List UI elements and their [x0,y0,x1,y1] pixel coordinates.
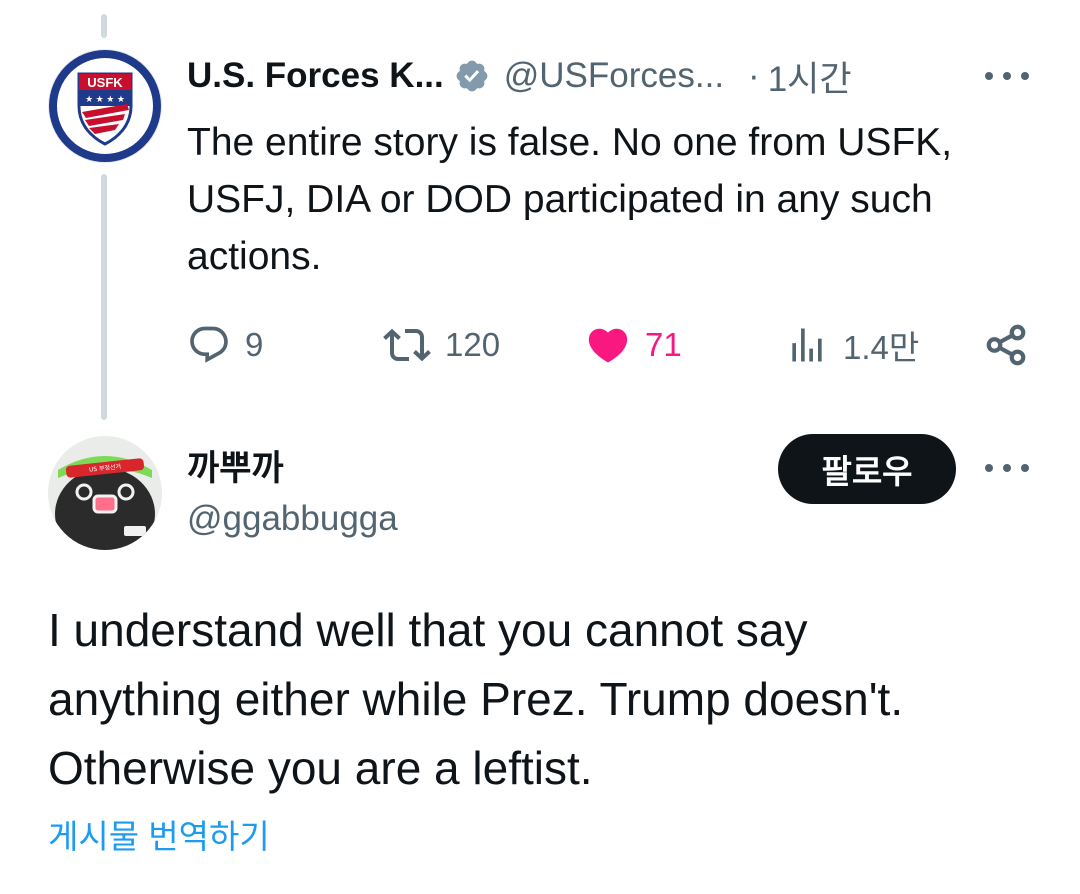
usfk-logo: USFK ★ ★ ★ ★ [49,50,161,162]
retweet-icon [383,321,431,369]
like-count: 71 [645,326,682,363]
more-options-icon[interactable] [985,60,1029,92]
tweet-text: The entire story is false. No one from U… [187,121,953,278]
more-options-icon[interactable] [985,452,1029,484]
thread-line [101,174,107,420]
avatar[interactable]: USFK ★ ★ ★ ★ [48,49,162,163]
svg-text:★ ★ ★ ★: ★ ★ ★ ★ [85,94,125,104]
retweet-count: 120 [445,326,501,363]
author-name[interactable]: U.S. Forces K... [187,56,444,96]
reply-icon [187,323,231,367]
like-button[interactable]: 71 [585,318,682,372]
usfk-logo-text: USFK [87,75,123,90]
views-count: 1.4만 [843,329,920,366]
author-handle[interactable]: @USForces... [504,56,724,96]
follow-button[interactable]: 팔로우 [778,434,956,504]
reply-text: I understand well that you cannot say an… [48,596,1058,803]
tweet-actions: 9 120 71 1.4만 [187,318,1037,372]
views-button[interactable]: 1.4만 [785,318,919,372]
author-name[interactable]: 까뿌까 [187,440,284,491]
avatar[interactable]: US 부정선거 [48,436,162,550]
views-icon [785,323,829,367]
thread-line-top [101,14,107,38]
share-icon [983,322,1029,368]
reply-button[interactable]: 9 [187,318,263,372]
reply-count: 9 [245,326,264,363]
timestamp[interactable]: 1시간 [768,51,852,102]
author-handle[interactable]: @ggabbugga [187,499,398,539]
share-button[interactable] [983,318,1029,372]
verified-badge-icon [454,58,490,94]
reply-text-line: Otherwise you are a leftist. [48,742,593,794]
tweet-header: U.S. Forces K... @USForces... · 1시간 [187,53,1047,99]
translate-post-link[interactable]: 게시물 번역하기 [48,810,270,858]
reply-text-line: anything either while Prez. Trump doesn'… [48,673,904,725]
retweet-button[interactable]: 120 [383,318,500,372]
separator-dot: · [748,56,760,95]
reply-text-line: I understand well that you cannot say [48,604,808,656]
heart-icon [585,322,631,368]
